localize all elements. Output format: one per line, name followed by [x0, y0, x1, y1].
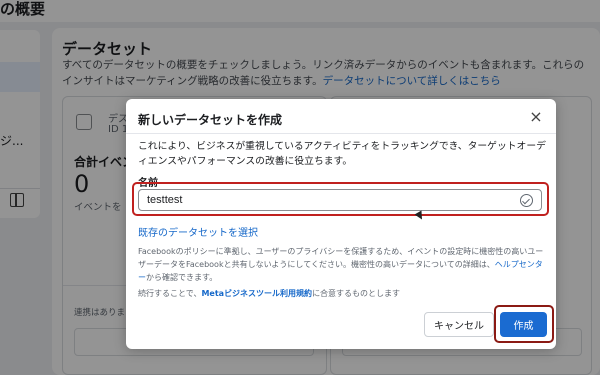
modal-description: これにより、ビジネスが重視しているアクティビティをトラッキングでき、ターゲットオ… — [138, 141, 546, 167]
modal-title: 新しいデータセットを作成 — [138, 113, 283, 127]
check-circle-icon — [520, 194, 533, 207]
terms-notice: 続行することで、Metaビジネスツール利用規約に合意するものとします — [138, 288, 548, 300]
terms-link[interactable]: Metaビジネスツール利用規約 — [201, 289, 312, 298]
privacy-policy-notice: Facebookのポリシーに準拠し、ユーザーのプライバシーを保護するため、イベン… — [138, 245, 548, 284]
dataset-name-input[interactable] — [138, 189, 542, 211]
close-icon[interactable]: × — [526, 107, 546, 127]
terms-prefix: 続行することで、 — [138, 289, 202, 298]
select-existing-dataset-link[interactable]: 既存のデータセットを選択 — [138, 224, 258, 239]
terms-suffix: に合意するものとします — [312, 289, 401, 298]
policy-text: Facebookのポリシーに準拠し、ユーザーのプライバシーを保護するため、イベン… — [138, 247, 544, 269]
modal-divider — [126, 133, 556, 134]
cancel-button[interactable]: キャンセル — [424, 312, 494, 337]
policy-suffix: から確認できます。 — [146, 273, 218, 282]
create-button[interactable]: 作成 — [500, 312, 547, 337]
